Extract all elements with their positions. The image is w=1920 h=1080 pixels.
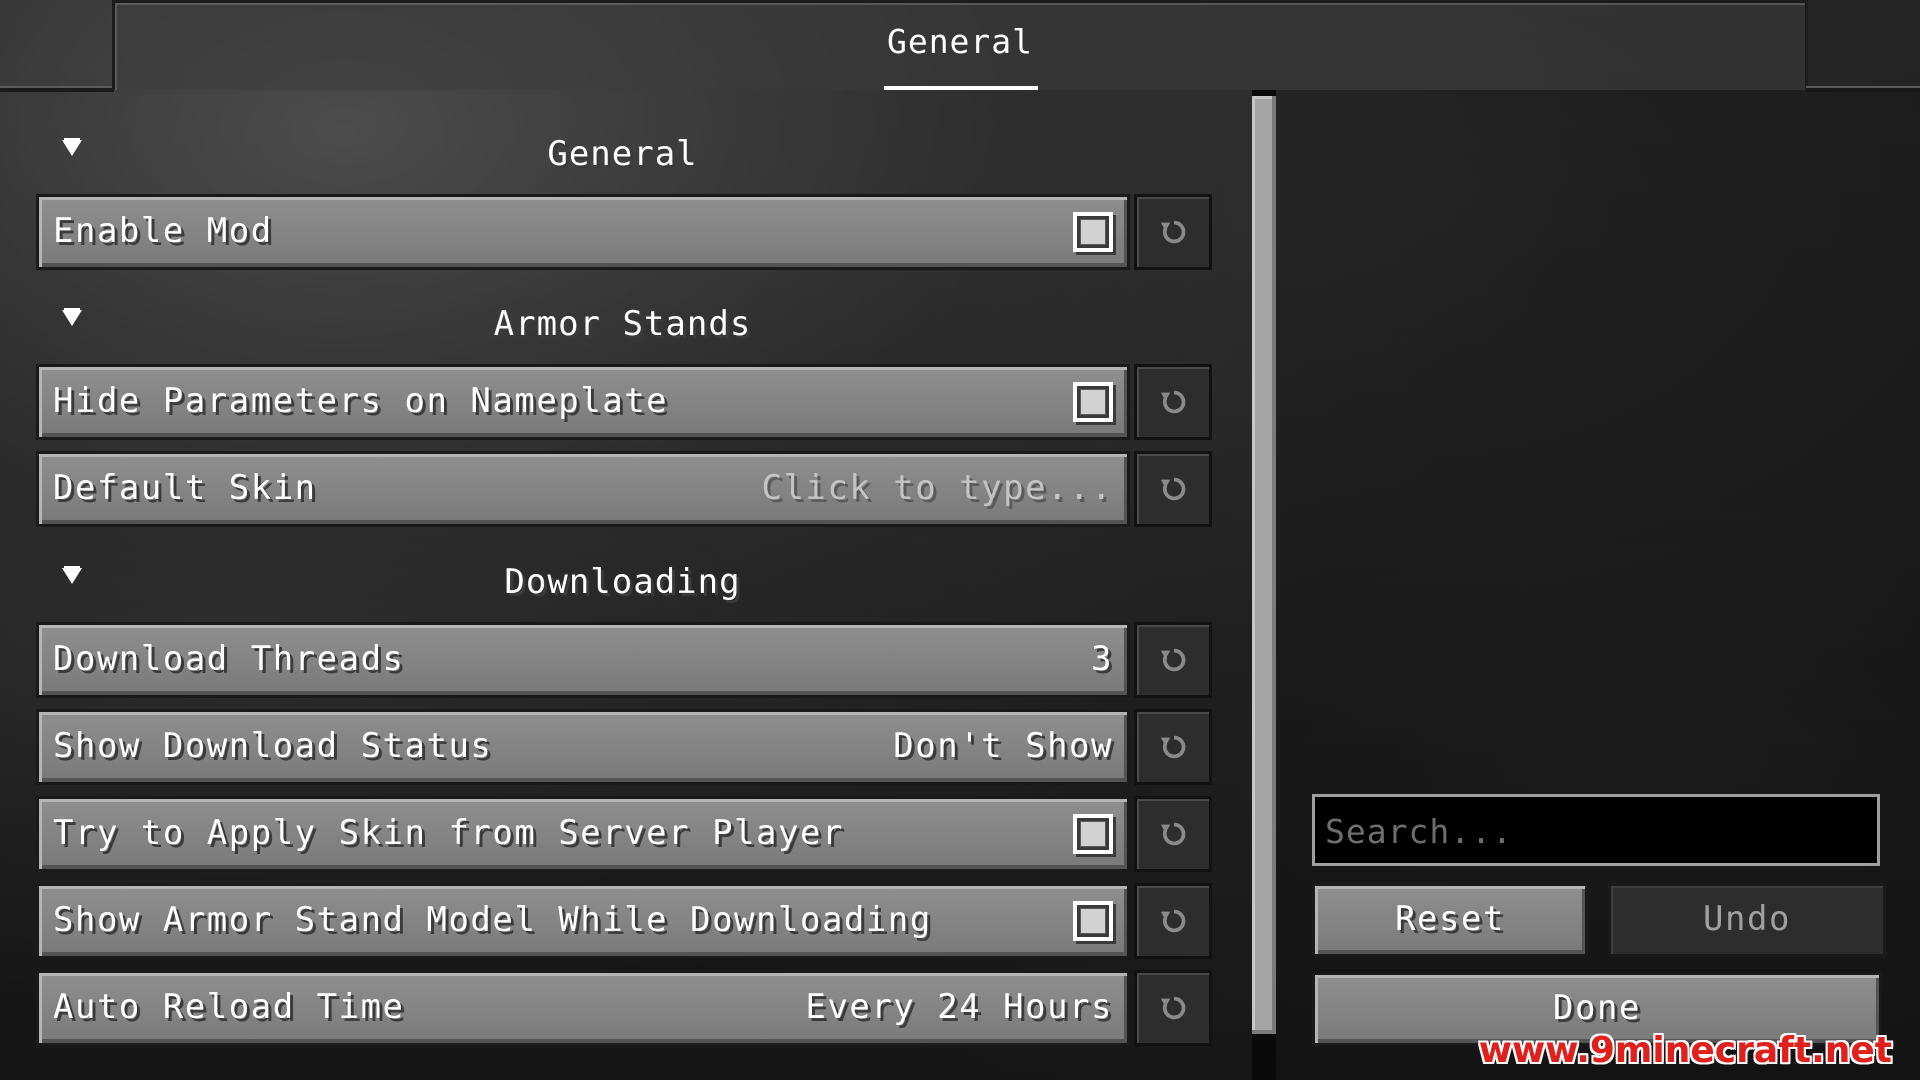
entry-hide-parameters[interactable]: Hide Parameters on Nameplate [36, 364, 1130, 440]
reset-auto-reload-time-button[interactable] [1134, 970, 1212, 1046]
entry-download-threads[interactable]: Download Threads 3 [36, 622, 1130, 698]
checkbox-fill [1081, 220, 1105, 244]
undo-button[interactable]: Undo [1608, 883, 1886, 957]
section-title: Armor Stands [493, 304, 752, 344]
checkbox-fill [1081, 822, 1105, 846]
reset-show-armor-stand-model-button[interactable] [1134, 883, 1212, 959]
apply-skin-server-checkbox[interactable] [1073, 814, 1113, 854]
entry-label: Hide Parameters on Nameplate [53, 381, 669, 421]
reset-arrow-icon [1160, 477, 1186, 501]
entry-show-download-status[interactable]: Show Download Status Don't Show [36, 709, 1130, 785]
section-title: General [547, 134, 698, 174]
show-download-status-value[interactable]: Don't Show [893, 726, 1113, 766]
show-armor-stand-model-checkbox[interactable] [1073, 901, 1113, 941]
search-box[interactable] [1312, 794, 1880, 866]
hide-parameters-checkbox[interactable] [1073, 382, 1113, 422]
entry-enable-mod[interactable]: Enable Mod [36, 194, 1130, 270]
entry-label: Try to Apply Skin from Server Player [53, 813, 844, 853]
search-input[interactable] [1325, 807, 1865, 855]
reset-arrow-icon [1160, 822, 1186, 846]
reset-default-skin-button[interactable] [1134, 451, 1212, 527]
entry-default-skin[interactable]: Default Skin Click to type... [36, 451, 1130, 527]
tab-general[interactable]: General [870, 22, 1050, 61]
auto-reload-time-value[interactable]: Every 24 Hours [805, 987, 1113, 1027]
reset-button[interactable]: Reset [1312, 883, 1588, 957]
checkbox-fill [1081, 390, 1105, 414]
reset-arrow-icon [1160, 909, 1186, 933]
entry-label: Default Skin [53, 468, 317, 508]
config-list[interactable]: General Enable Mod Armor Stands Hide Par… [0, 90, 1260, 1080]
section-title: Downloading [504, 562, 741, 602]
reset-arrow-icon [1160, 648, 1186, 672]
entry-label: Enable Mod [53, 211, 273, 251]
reset-arrow-icon [1160, 390, 1186, 414]
section-downloading[interactable]: Downloading [0, 548, 1245, 608]
checkbox-fill [1081, 909, 1105, 933]
reset-arrow-icon [1160, 735, 1186, 759]
reset-arrow-icon [1160, 996, 1186, 1020]
reset-hide-parameters-button[interactable] [1134, 364, 1212, 440]
reset-show-download-status-button[interactable] [1134, 709, 1212, 785]
reset-enable-mod-button[interactable] [1134, 194, 1212, 270]
default-skin-input[interactable]: Click to type... [761, 468, 1113, 508]
entry-auto-reload-time[interactable]: Auto Reload Time Every 24 Hours [36, 970, 1130, 1046]
enable-mod-checkbox[interactable] [1073, 212, 1113, 252]
section-general[interactable]: General [0, 120, 1245, 180]
section-armor-stands[interactable]: Armor Stands [0, 290, 1245, 350]
entry-label: Download Threads [53, 639, 405, 679]
reset-arrow-icon [1160, 220, 1186, 244]
watermark-text: www.9minecraft.net [1478, 1030, 1892, 1071]
entry-label: Auto Reload Time [53, 987, 405, 1027]
entry-show-armor-stand-model[interactable]: Show Armor Stand Model While Downloading [36, 883, 1130, 959]
reset-apply-skin-server-button[interactable] [1134, 796, 1212, 872]
entry-label: Show Armor Stand Model While Downloading [53, 900, 932, 940]
download-threads-value[interactable]: 3 [1091, 639, 1113, 679]
entry-label: Show Download Status [53, 726, 493, 766]
reset-download-threads-button[interactable] [1134, 622, 1212, 698]
entry-apply-skin-server[interactable]: Try to Apply Skin from Server Player [36, 796, 1130, 872]
scrollbar-thumb[interactable] [1252, 96, 1276, 1034]
